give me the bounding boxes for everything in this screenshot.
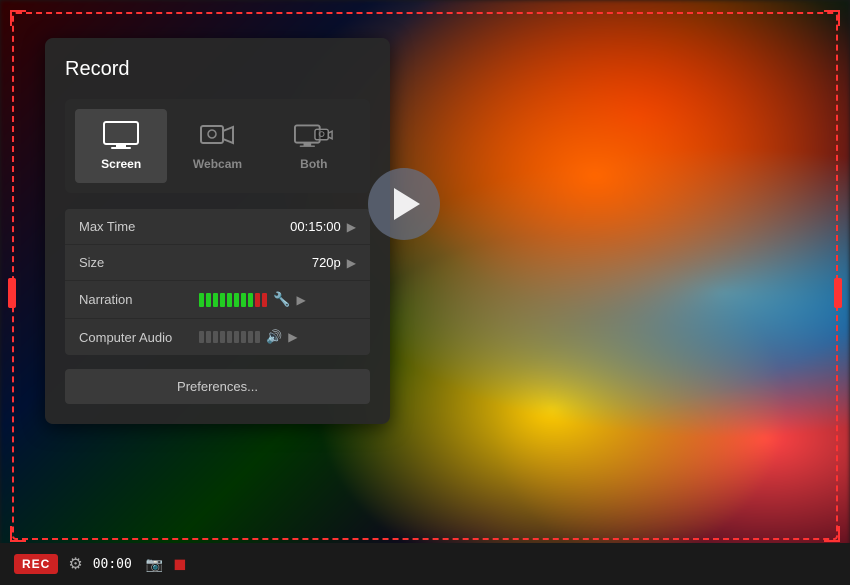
max-time-row: Max Time 00:15:00 ▶ [65, 209, 370, 245]
edge-handle-left[interactable] [8, 278, 16, 308]
narration-bar-10 [262, 293, 267, 307]
corner-bl [10, 526, 26, 542]
audio-bar-4 [220, 331, 225, 343]
both-icon [294, 121, 334, 149]
both-mode-label: Both [300, 157, 327, 171]
play-triangle-icon [394, 188, 420, 220]
narration-bar-5 [227, 293, 232, 307]
time-display: 00:00 [93, 557, 132, 572]
webcam-icon [199, 121, 235, 149]
audio-bar-5 [227, 331, 232, 343]
settings-area: Max Time 00:15:00 ▶ Size 720p ▶ Narratio… [65, 209, 370, 355]
mode-both-button[interactable]: Both [268, 109, 360, 183]
narration-label: Narration [79, 292, 199, 307]
camera-icon[interactable]: 📷 [146, 556, 163, 573]
narration-bar-7 [241, 293, 246, 307]
size-value: 720p [199, 255, 341, 270]
corner-tl [10, 10, 26, 26]
settings-icon[interactable]: ⚙ [68, 554, 82, 574]
preferences-button[interactable]: Preferences... [65, 369, 370, 404]
narration-bar-1 [199, 293, 204, 307]
play-button[interactable] [368, 168, 440, 240]
computer-audio-arrow[interactable]: ▶ [288, 330, 297, 344]
mic-settings-icon[interactable]: 🔧 [273, 291, 290, 308]
narration-arrow[interactable]: ▶ [296, 293, 305, 307]
max-time-value: 00:15:00 [199, 219, 341, 234]
narration-meter [199, 293, 267, 307]
rec-badge: REC [14, 554, 58, 574]
size-arrow[interactable]: ▶ [347, 256, 356, 270]
screen-icon [103, 121, 139, 149]
narration-bar-9 [255, 293, 260, 307]
main-container: Record Screen Webcam [0, 0, 850, 585]
audio-bar-3 [213, 331, 218, 343]
screen-record-icon[interactable]: ◼ [173, 554, 186, 574]
corner-tr [824, 10, 840, 26]
narration-bar-8 [248, 293, 253, 307]
edge-handle-right[interactable] [834, 278, 842, 308]
webcam-mode-label: Webcam [193, 157, 242, 171]
screen-mode-label: Screen [101, 157, 141, 171]
narration-bar-2 [206, 293, 211, 307]
audio-bar-8 [248, 331, 253, 343]
speaker-icon[interactable]: 🔊 [266, 329, 282, 345]
panel-title: Record [65, 58, 370, 81]
mode-selector: Screen Webcam [65, 99, 370, 193]
mode-webcam-button[interactable]: Webcam [171, 109, 263, 183]
max-time-arrow[interactable]: ▶ [347, 220, 356, 234]
audio-bar-7 [241, 331, 246, 343]
computer-audio-row: Computer Audio 🔊 ▶ [65, 319, 370, 355]
record-panel: Record Screen Webcam [45, 38, 390, 424]
computer-audio-meter [199, 331, 260, 343]
max-time-label: Max Time [79, 219, 199, 234]
computer-audio-label: Computer Audio [79, 330, 199, 345]
size-label: Size [79, 255, 199, 270]
audio-bar-1 [199, 331, 204, 343]
size-row: Size 720p ▶ [65, 245, 370, 281]
narration-bar-3 [213, 293, 218, 307]
bottom-toolbar: REC ⚙ 00:00 📷 ◼ [0, 543, 850, 585]
narration-row: Narration 🔧 ▶ [65, 281, 370, 319]
mode-screen-button[interactable]: Screen [75, 109, 167, 183]
audio-bar-6 [234, 331, 239, 343]
narration-bar-4 [220, 293, 225, 307]
audio-bar-9 [255, 331, 260, 343]
narration-bar-6 [234, 293, 239, 307]
audio-bar-2 [206, 331, 211, 343]
corner-br [824, 526, 840, 542]
